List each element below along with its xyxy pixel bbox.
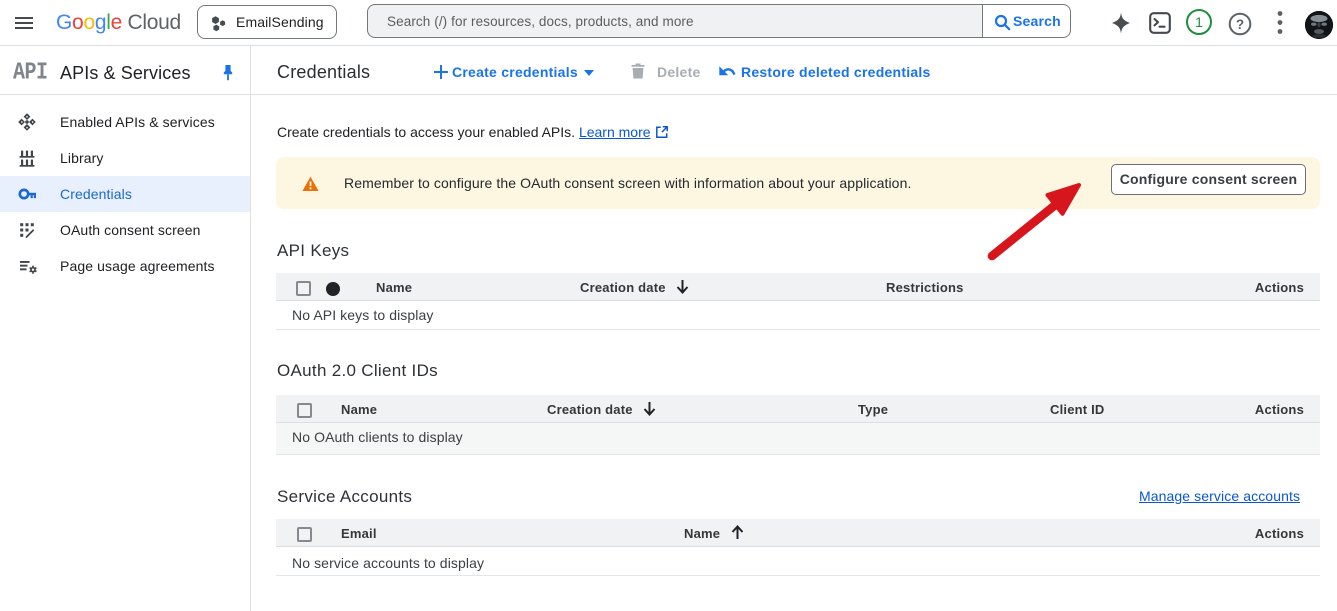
svg-text:?: ? [1236, 17, 1244, 32]
